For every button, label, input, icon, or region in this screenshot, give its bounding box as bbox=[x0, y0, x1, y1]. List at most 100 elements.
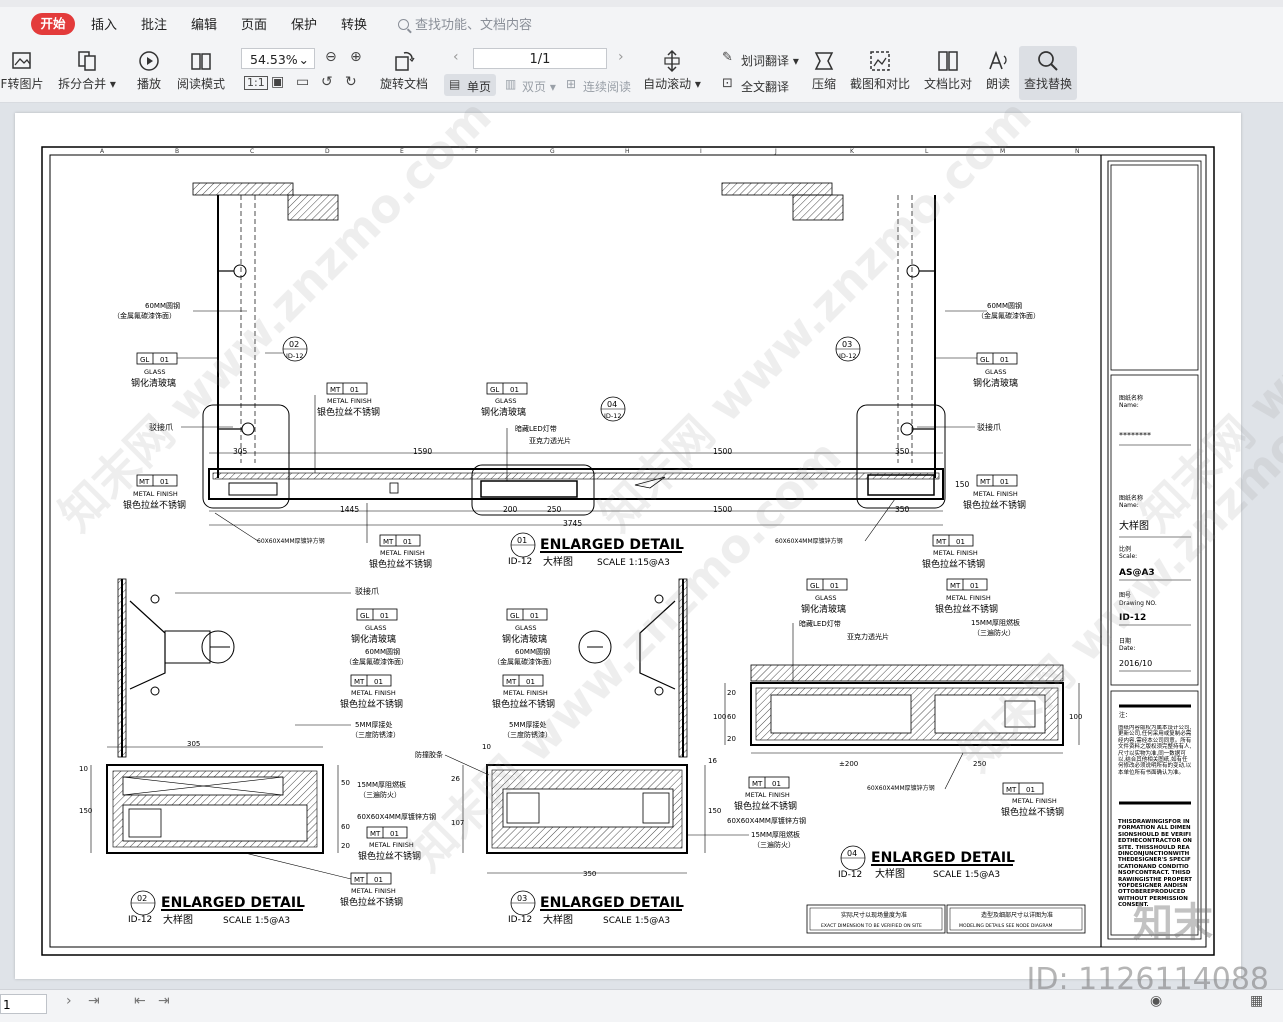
tab-edit[interactable]: 编辑 bbox=[191, 14, 217, 33]
label-round-steel-d3: 60MM圆钢 bbox=[515, 647, 550, 656]
label-square-tube-d4: 60X60X4MM厚镀锌方钢 bbox=[867, 784, 935, 792]
label-fluorocarbon-d3: （金属氟碳漆饰面） bbox=[493, 657, 556, 666]
label-tempered-d3: 钢化清玻璃 bbox=[502, 633, 547, 645]
tag-mt-b: MT bbox=[383, 538, 394, 546]
page-indicator[interactable]: 1/1 bbox=[473, 48, 607, 69]
rotate-left-icon[interactable]: ↺ bbox=[321, 74, 333, 90]
prev-page-icon[interactable]: ‹ bbox=[453, 49, 459, 65]
detail-01-cn: 大样图 bbox=[543, 555, 573, 568]
actual-size-icon[interactable]: 1:1 bbox=[244, 76, 268, 90]
dim-250: 250 bbox=[547, 505, 562, 514]
tab-insert[interactable]: 插入 bbox=[91, 14, 117, 33]
fit-page-icon[interactable]: ▣ bbox=[271, 74, 284, 90]
dim-3745: 3745 bbox=[563, 519, 582, 528]
label-square-tube: 60X60X4MM厚镀锌方钢 bbox=[257, 537, 325, 545]
screenshot-compare-button[interactable]: 截图和对比 bbox=[847, 46, 913, 100]
auto-scroll-button[interactable]: 自动滚动 ▾ bbox=[642, 46, 702, 100]
grid-letter: A bbox=[100, 148, 105, 155]
page-number-input[interactable]: 1 bbox=[0, 994, 47, 1014]
dim-20-d4: 20 bbox=[727, 689, 736, 697]
page-indicator-text: 1/1 bbox=[529, 52, 551, 67]
detail-03-scale: SCALE 1:5@A3 bbox=[603, 916, 670, 926]
forward-icon[interactable]: ⇥ bbox=[158, 993, 170, 1009]
dim-20-d2: 20 bbox=[341, 842, 350, 850]
next-page-icon[interactable]: › bbox=[618, 49, 624, 65]
fit-width-icon[interactable]: ▭ bbox=[296, 74, 309, 90]
label-glass-c: GLASS bbox=[495, 397, 517, 405]
dim-100-d4: 100 bbox=[713, 713, 726, 721]
brand-watermark: 知末 bbox=[1133, 900, 1213, 946]
doc-compare-button[interactable]: 文档比对 bbox=[920, 46, 976, 100]
label-spider-d2: 驳接爪 bbox=[355, 586, 379, 596]
grid-letter: D bbox=[325, 148, 330, 155]
detail-01-title: 01 ID-12 ENLARGED DETAIL 大样图 SCALE 1:15@… bbox=[508, 532, 684, 568]
dim-10-d2: 10 bbox=[79, 765, 88, 773]
tag-01: 01 bbox=[160, 356, 169, 364]
rotate-right-icon[interactable]: ↻ bbox=[345, 74, 357, 90]
tag-01-d4c: 01 bbox=[1026, 786, 1035, 794]
detail-04-scale: SCALE 1:5@A3 bbox=[933, 870, 1000, 880]
eye-icon[interactable]: ◉ bbox=[1150, 993, 1162, 1009]
tag-01-c: 01 bbox=[350, 386, 359, 394]
label-fluorocarbon-r: （金属氟碳漆饰面） bbox=[977, 311, 1040, 320]
zoom-in-icon[interactable]: ⊕ bbox=[350, 49, 362, 65]
compress-button[interactable]: 压缩 bbox=[806, 46, 842, 100]
last-page-icon[interactable]: ⇥ bbox=[88, 993, 100, 1009]
label-glass-r: GLASS bbox=[985, 368, 1007, 376]
double-page-button[interactable]: 双页 ▾ bbox=[522, 78, 556, 95]
split-merge-label: 拆分合并 ▾ bbox=[58, 77, 116, 91]
pdf-to-image-button[interactable]: F转图片 bbox=[0, 46, 44, 100]
detail-04-title: 04 ID-12 ENLARGED DETAIL 大样图 SCALE 1:5@A… bbox=[838, 845, 1015, 880]
tab-convert[interactable]: 转换 bbox=[341, 14, 367, 33]
dim-1445: 1445 bbox=[340, 505, 359, 514]
screenshot-icon bbox=[870, 51, 890, 71]
tab-start[interactable]: 开始 bbox=[31, 13, 75, 35]
tag-mt-d2d: MT bbox=[354, 876, 365, 884]
zoom-out-icon[interactable]: ⊖ bbox=[325, 49, 337, 65]
tag-gl-c: GL bbox=[490, 386, 499, 394]
word-translate-button[interactable]: 划词翻译 ▾ bbox=[741, 52, 799, 69]
rotate-doc-button[interactable]: 旋转文档 bbox=[376, 46, 432, 100]
label-glass-d4: GLASS bbox=[815, 594, 837, 602]
doc-compare-icon bbox=[938, 51, 958, 71]
tag-01-d3b: 01 bbox=[526, 678, 535, 686]
continuous-icon: ⊞ bbox=[566, 77, 577, 91]
label-bss-d3c: 银色拉丝不锈钢 bbox=[734, 800, 797, 812]
tb-note-label: 注： bbox=[1119, 711, 1131, 719]
tb-name-value: ******** bbox=[1119, 431, 1151, 440]
find-replace-button[interactable]: 查找替换 bbox=[1019, 46, 1077, 100]
continuous-read-button[interactable]: 连续阅读 bbox=[583, 78, 631, 95]
tab-comment[interactable]: 批注 bbox=[141, 14, 167, 33]
dim-50-d2: 50 bbox=[341, 779, 350, 787]
tab-page[interactable]: 页面 bbox=[241, 14, 267, 33]
detail-01-title-text: ENLARGED DETAIL bbox=[540, 537, 684, 553]
label-three-anti-d2: （三度防锈漆） bbox=[351, 730, 400, 739]
feature-search[interactable]: 查找功能、文档内容 bbox=[398, 14, 532, 33]
note-model-en: MODELING DETAILS SEE NODE DIAGRAM bbox=[959, 923, 1053, 929]
grid-view-icon[interactable]: ▦ bbox=[1250, 993, 1263, 1009]
tag-mt-d3c: MT bbox=[752, 780, 763, 788]
note-site-en: EXACT DIMENSION TO BE VERIFIED ON SITE bbox=[821, 923, 922, 929]
tb-name2-value: 大样图 bbox=[1119, 519, 1149, 532]
label-glass-d2: GLASS bbox=[365, 624, 387, 632]
label-acrylic-d4: 亚克力透光片 bbox=[847, 632, 889, 641]
split-merge-button[interactable]: 拆分合并 ▾ bbox=[56, 46, 118, 100]
dim-pm200-d4: ±200 bbox=[839, 760, 858, 768]
tab-protect[interactable]: 保护 bbox=[291, 14, 317, 33]
tag-gl-d4: GL bbox=[810, 582, 819, 590]
tag-mt-d3: MT bbox=[506, 678, 517, 686]
tag-mt-d2: MT bbox=[354, 678, 365, 686]
read-mode-button[interactable]: 阅读模式 bbox=[175, 46, 227, 100]
full-translate-button[interactable]: 全文翻译 bbox=[741, 78, 789, 95]
next-page-icon[interactable]: › bbox=[66, 993, 72, 1009]
book-icon bbox=[191, 53, 211, 70]
tag-mt-d4: MT bbox=[950, 582, 961, 590]
zoom-select[interactable]: 54.53% ⌄ bbox=[241, 48, 315, 69]
drawing-page: A B C D E F G H I J K L M N 图纸名称 Name: *… bbox=[15, 113, 1241, 979]
label-glass: GLASS bbox=[144, 368, 166, 376]
play-button[interactable]: 播放 bbox=[131, 46, 167, 100]
back-icon[interactable]: ⇤ bbox=[134, 993, 146, 1009]
single-page-button[interactable]: 单页 bbox=[467, 78, 491, 95]
play-icon bbox=[139, 51, 159, 71]
dim-305: 305 bbox=[233, 447, 248, 456]
